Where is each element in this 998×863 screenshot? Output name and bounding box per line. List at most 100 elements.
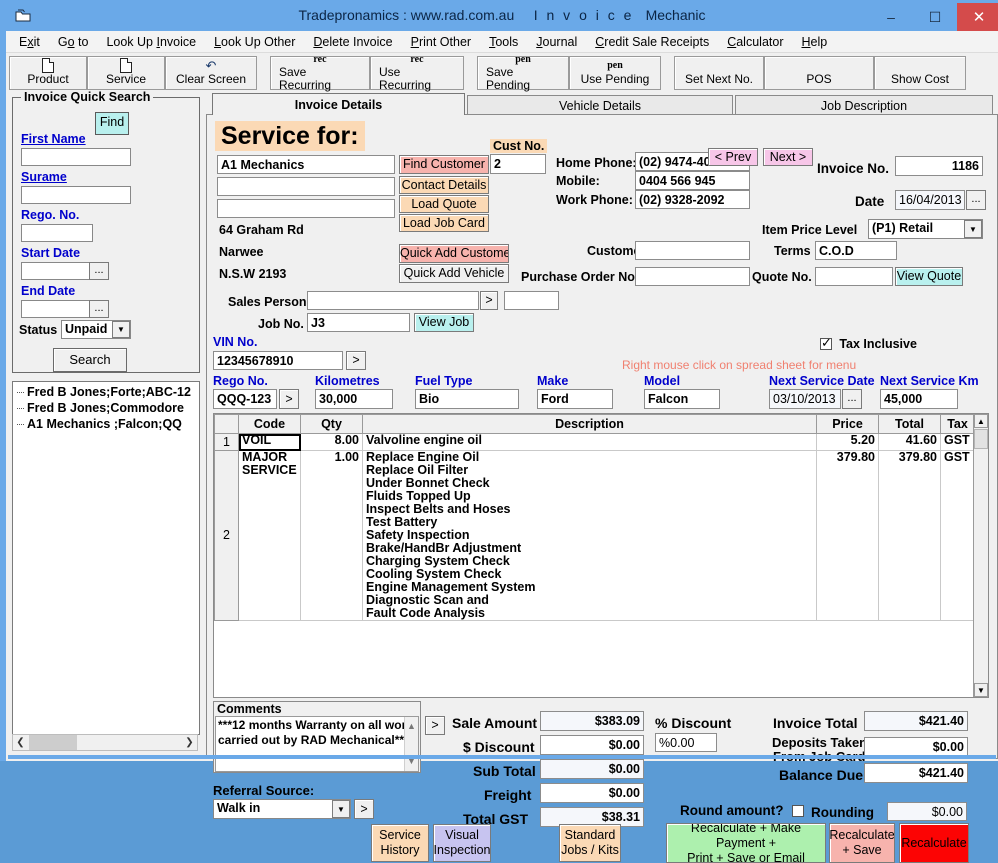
menu-item-exit[interactable]: Exit	[10, 33, 49, 51]
qty-cell[interactable]: 1.00	[301, 451, 363, 621]
toolbar-button-use-pending[interactable]: penUse Pending	[569, 56, 661, 90]
end-date-input[interactable]	[21, 300, 93, 318]
quick-add-vehicle-button[interactable]: Quick Add Vehicle	[399, 264, 509, 283]
tax-cell[interactable]: GST	[941, 434, 975, 451]
menu-item-delete-invoice[interactable]: Delete Invoice	[304, 33, 401, 51]
table-row[interactable]: 1VOIL8.00Valvoline engine oil5.2041.60GS…	[215, 434, 975, 451]
price-cell[interactable]: 379.80	[817, 451, 879, 621]
table-row[interactable]: 2MAJOR SERVICE1.00Replace Engine Oil Rep…	[215, 451, 975, 621]
menu-item-journal[interactable]: Journal	[527, 33, 586, 51]
first-name-input[interactable]	[21, 148, 131, 166]
search-button[interactable]: Search	[53, 348, 127, 372]
toolbar-button-service[interactable]: Service	[87, 56, 165, 90]
visual-inspection-button[interactable]: Visual Inspection	[433, 824, 491, 862]
column-header-description[interactable]: Description	[363, 415, 817, 434]
tax-inclusive-checkbox[interactable]: Tax Inclusive	[820, 337, 917, 351]
vin-lookup-button[interactable]: >	[346, 351, 366, 370]
search-result-item[interactable]: Fred B Jones;Forte;ABC-12	[13, 384, 199, 400]
referral-source-select[interactable]: Walk in ▼	[213, 799, 351, 819]
scrollbar-thumb[interactable]	[974, 429, 988, 449]
work-phone-input[interactable]: (02) 9328-2092	[635, 190, 750, 209]
status-select[interactable]: Unpaid ▼	[61, 320, 131, 339]
total-cell[interactable]: 41.60	[879, 434, 941, 451]
code-cell[interactable]: VOIL	[239, 434, 301, 451]
menu-item-print-other[interactable]: Print Other	[402, 33, 480, 51]
results-horizontal-scrollbar[interactable]: ❮ ❯	[12, 734, 198, 751]
menu-item-help[interactable]: Help	[792, 33, 836, 51]
code-cell[interactable]: MAJOR SERVICE	[239, 451, 301, 621]
next-service-km-input[interactable]: 45,000	[880, 389, 958, 409]
price-cell[interactable]: 5.20	[817, 434, 879, 451]
start-date-input[interactable]	[21, 262, 93, 280]
terms-input[interactable]: C.O.D	[815, 241, 897, 260]
toolbar-button-pos[interactable]: POS	[764, 56, 874, 90]
tab-job-description[interactable]: Job Description	[735, 95, 993, 115]
row-number-cell[interactable]: 1	[215, 434, 239, 451]
row-number-cell[interactable]: 2	[215, 451, 239, 621]
mobile-input[interactable]: 0404 566 945	[635, 171, 750, 190]
service-history-button[interactable]: Service History	[371, 824, 429, 862]
comments-expand-button[interactable]: >	[425, 716, 445, 735]
load-quote-button[interactable]: Load Quote	[399, 195, 489, 213]
rego-no-input[interactable]	[21, 224, 93, 242]
quick-search-results-tree[interactable]: Fred B Jones;Forte;ABC-12Fred B Jones;Co…	[12, 381, 200, 735]
recalculate-save-button[interactable]: Recalculate + Save	[829, 823, 895, 863]
rego-no-field-input[interactable]: QQQ-123	[213, 389, 277, 409]
menu-item-calculator[interactable]: Calculator	[718, 33, 792, 51]
sales-person-lookup-button[interactable]: >	[480, 291, 498, 310]
item-price-level-select[interactable]: (P1) Retail ▼	[868, 219, 983, 239]
sales-person-input[interactable]	[307, 291, 479, 310]
vin-no-input[interactable]: 12345678910	[213, 351, 343, 370]
column-header-code[interactable]: Code	[239, 415, 301, 434]
tab-invoice-details[interactable]: Invoice Details	[212, 93, 465, 115]
maximize-button[interactable]: ☐	[913, 3, 957, 31]
recalculate-button[interactable]: Recalculate	[899, 823, 969, 863]
prev-invoice-button[interactable]: < Prev	[708, 148, 758, 166]
minimize-button[interactable]: –	[869, 3, 913, 31]
invoice-no-input[interactable]: 1186	[895, 156, 983, 176]
customer-abn-input[interactable]	[635, 241, 750, 260]
total-cell[interactable]: 379.80	[879, 451, 941, 621]
menu-item-look-up-invoice[interactable]: Look Up Invoice	[97, 33, 205, 51]
kilometres-input[interactable]: 30,000	[315, 389, 393, 409]
rego-lookup-button[interactable]: >	[279, 389, 299, 409]
line-items-spreadsheet[interactable]: CodeQtyDescriptionPriceTotalTax 1VOIL8.0…	[213, 413, 989, 698]
toolbar-button-product[interactable]: Product	[9, 56, 87, 90]
standard-jobs-kits-button[interactable]: Standard Jobs / Kits	[559, 824, 621, 862]
date-picker-button[interactable]: ...	[966, 190, 986, 210]
menu-item-go-to[interactable]: Go to	[49, 33, 98, 51]
column-header-qty[interactable]: Qty	[301, 415, 363, 434]
search-result-item[interactable]: Fred B Jones;Commodore	[13, 400, 199, 416]
toolbar-button-clear-screen[interactable]: ↶Clear Screen	[165, 56, 257, 90]
column-header-row-number[interactable]	[215, 415, 239, 434]
percent-discount-input[interactable]: %0.00	[655, 733, 717, 752]
start-date-picker-button[interactable]: ...	[89, 262, 109, 280]
checkbox-icon[interactable]	[792, 805, 804, 817]
toolbar-button-set-next-no-[interactable]: Set Next No.	[674, 56, 764, 90]
purchase-order-no-input[interactable]	[635, 267, 750, 286]
menu-item-credit-sale-receipts[interactable]: Credit Sale Receipts	[586, 33, 718, 51]
scroll-up-icon[interactable]: ▲	[974, 414, 988, 428]
column-header-price[interactable]: Price	[817, 415, 879, 434]
quote-no-input[interactable]	[815, 267, 893, 286]
recalculate-make-payment-button[interactable]: Recalculate + Make Payment + Print + Sav…	[666, 823, 826, 863]
column-header-total[interactable]: Total	[879, 415, 941, 434]
find-customer-button[interactable]: Find Customer	[399, 155, 489, 174]
dollar-discount-input[interactable]: $0.00	[540, 735, 644, 755]
scroll-right-icon[interactable]: ❯	[182, 735, 197, 750]
find-button[interactable]: Find	[95, 112, 129, 135]
description-cell[interactable]: Valvoline engine oil	[363, 434, 817, 451]
surname-input[interactable]	[21, 186, 131, 204]
close-button[interactable]: ✕	[957, 3, 998, 31]
scrollbar-thumb[interactable]	[29, 735, 77, 750]
model-input[interactable]: Falcon	[644, 389, 720, 409]
comments-scrollbar[interactable]: ▲ ▼	[404, 717, 418, 771]
freight-input[interactable]: $0.00	[540, 783, 644, 803]
spreadsheet-vertical-scrollbar[interactable]: ▲ ▼	[973, 414, 988, 697]
round-amount-checkbox[interactable]: Round amount?	[680, 803, 804, 818]
menu-item-look-up-other[interactable]: Look Up Other	[205, 33, 304, 51]
referral-source-expand-button[interactable]: >	[354, 799, 374, 819]
next-invoice-button[interactable]: Next >	[763, 148, 813, 166]
quick-add-customer-button[interactable]: Quick Add Customer	[399, 244, 509, 263]
scroll-left-icon[interactable]: ❮	[13, 735, 28, 750]
